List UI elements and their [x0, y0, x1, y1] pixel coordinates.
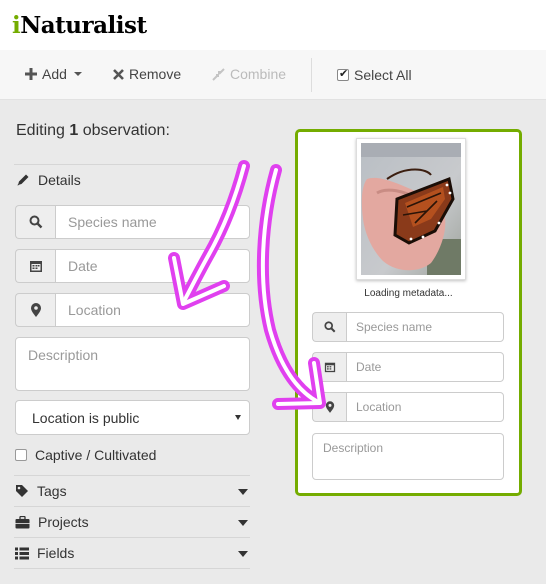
projects-label: Projects — [38, 514, 89, 530]
calendar-icon — [15, 249, 55, 283]
toolbar-divider — [311, 58, 312, 92]
remove-label: Remove — [129, 66, 182, 82]
card-date-input[interactable]: Date — [346, 352, 504, 382]
geoprivacy-select[interactable]: Location is public — [15, 400, 250, 435]
loading-metadata-text: Loading metadata... — [364, 288, 453, 299]
divider — [14, 164, 250, 165]
fields-label: Fields — [37, 545, 75, 561]
description-textarea[interactable]: Description — [15, 337, 250, 391]
captive-label: Captive / Cultivated — [35, 447, 157, 463]
captive-checkbox[interactable] — [15, 449, 27, 461]
editing-heading: Editing 1 observation: — [16, 122, 170, 139]
select-all-toggle[interactable]: Select All — [337, 67, 412, 83]
pencil-icon — [17, 174, 29, 186]
add-label: Add — [42, 66, 67, 82]
map-marker-icon — [15, 293, 55, 327]
briefcase-icon — [15, 515, 30, 528]
species-name-group: Species name — [15, 205, 250, 239]
chevron-down-icon — [73, 72, 82, 76]
select-arrow-icon — [235, 415, 241, 420]
card-species-group: Species name — [312, 312, 504, 342]
tag-icon — [16, 485, 28, 497]
card-location-input[interactable]: Location — [346, 392, 504, 422]
date-group: Date — [15, 249, 250, 283]
date-input[interactable]: Date — [55, 249, 250, 283]
remove-button[interactable]: Remove — [113, 66, 181, 82]
observation-photo[interactable] — [356, 138, 466, 280]
captive-toggle[interactable]: Captive / Cultivated — [15, 447, 156, 463]
geoprivacy-value: Location is public — [32, 410, 140, 426]
card-species-input[interactable]: Species name — [346, 312, 504, 342]
toolbar: Add Remove Combine Select All — [0, 50, 546, 100]
projects-section-toggle[interactable]: Projects — [15, 507, 250, 537]
chevron-down-icon — [238, 551, 248, 557]
times-icon — [113, 68, 124, 80]
location-input[interactable]: Location — [55, 293, 250, 327]
divider — [14, 568, 250, 569]
calendar-icon — [312, 352, 346, 382]
chevron-down-icon — [238, 520, 248, 526]
select-all-checkbox[interactable] — [337, 67, 349, 81]
card-date-group: Date — [312, 352, 504, 382]
inaturalist-logo[interactable]: iNaturalist — [12, 12, 147, 39]
map-marker-icon — [312, 392, 346, 422]
tags-label: Tags — [37, 483, 67, 499]
combine-label: Combine — [230, 66, 287, 82]
chevron-down-icon — [238, 489, 248, 495]
search-icon — [312, 312, 346, 342]
compress-icon — [212, 67, 225, 81]
details-heading: Details — [16, 172, 81, 188]
add-button[interactable]: Add — [25, 66, 82, 82]
card-location-group: Location — [312, 392, 504, 422]
location-group: Location — [15, 293, 250, 327]
observation-card[interactable]: Loading metadata... Species name Date Lo… — [295, 129, 522, 496]
butterfly-photo — [361, 143, 461, 275]
combine-button[interactable]: Combine — [212, 66, 286, 82]
species-name-input[interactable]: Species name — [55, 205, 250, 239]
top-bar: iNaturalist — [0, 0, 546, 50]
select-all-label: Select All — [354, 67, 412, 83]
fields-section-toggle[interactable]: Fields — [15, 538, 250, 568]
plus-icon — [25, 68, 37, 80]
card-description-textarea[interactable]: Description — [312, 433, 504, 480]
list-icon — [15, 547, 29, 559]
tags-section-toggle[interactable]: Tags — [15, 476, 250, 506]
search-icon — [15, 205, 55, 239]
